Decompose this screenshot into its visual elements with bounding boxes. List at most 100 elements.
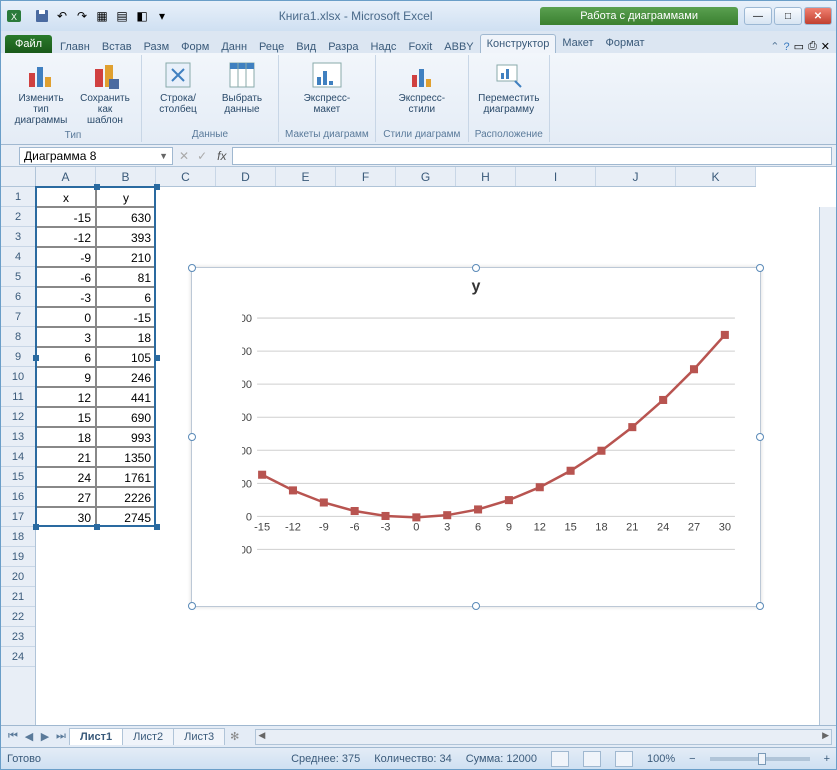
row-header-5[interactable]: 5: [1, 267, 35, 287]
cell-A8[interactable]: 3: [36, 327, 96, 347]
cell-B16[interactable]: 2226: [96, 487, 156, 507]
row-header-7[interactable]: 7: [1, 307, 35, 327]
cell-A11[interactable]: 12: [36, 387, 96, 407]
col-header-D[interactable]: D: [216, 167, 276, 186]
cell-B14[interactable]: 1350: [96, 447, 156, 467]
quick-layout-button[interactable]: Экспресс-макет: [287, 57, 367, 117]
cell-B5[interactable]: 81: [96, 267, 156, 287]
view-normal-button[interactable]: [551, 751, 569, 767]
cell-A16[interactable]: 27: [36, 487, 96, 507]
save-icon[interactable]: [33, 7, 51, 25]
chevron-down-icon[interactable]: ▼: [159, 151, 168, 161]
chart-title[interactable]: y: [192, 268, 760, 296]
save-as-template-button[interactable]: Сохранить как шаблон: [75, 57, 135, 128]
chart-plot-area[interactable]: -500050010001500200025003000-15-12-9-6-3…: [242, 308, 745, 570]
row-headers[interactable]: 123456789101112131415161718192021222324: [1, 187, 36, 725]
cell-B9[interactable]: 105: [96, 347, 156, 367]
zoom-in-icon[interactable]: +: [824, 753, 830, 765]
cell-B1[interactable]: y: [96, 187, 156, 207]
qat-dropdown-icon[interactable]: ▾: [153, 7, 171, 25]
sheet-nav-prev-icon[interactable]: ◀: [21, 730, 37, 743]
row-header-11[interactable]: 11: [1, 387, 35, 407]
cell-B8[interactable]: 18: [96, 327, 156, 347]
formula-bar[interactable]: [232, 147, 832, 165]
undo-icon[interactable]: ↶: [53, 7, 71, 25]
cell-A6[interactable]: -3: [36, 287, 96, 307]
cell-B12[interactable]: 690: [96, 407, 156, 427]
cell-A7[interactable]: 0: [36, 307, 96, 327]
cell-A9[interactable]: 6: [36, 347, 96, 367]
print-icon[interactable]: ⎙: [808, 40, 817, 53]
cell-A14[interactable]: 21: [36, 447, 96, 467]
row-header-21[interactable]: 21: [1, 587, 35, 607]
ribbon-minimize-icon[interactable]: ⌃: [770, 40, 779, 53]
change-chart-type-button[interactable]: Изменить тип диаграммы: [11, 57, 71, 128]
cell-B17[interactable]: 2745: [96, 507, 156, 527]
cell-B2[interactable]: 630: [96, 207, 156, 227]
cell-A2[interactable]: -15: [36, 207, 96, 227]
row-header-14[interactable]: 14: [1, 447, 35, 467]
file-tab[interactable]: Файл: [5, 35, 52, 53]
horizontal-scrollbar[interactable]: ◀ ▶: [255, 729, 832, 745]
move-chart-button[interactable]: Переместить диаграмму: [479, 57, 539, 117]
cell-A1[interactable]: x: [36, 187, 96, 207]
qat-icon-3[interactable]: ◧: [133, 7, 151, 25]
fx-icon[interactable]: fx: [211, 149, 232, 163]
sheet-nav-first-icon[interactable]: ⏮: [5, 730, 21, 743]
col-header-C[interactable]: C: [156, 167, 216, 186]
new-sheet-icon[interactable]: ✻: [224, 730, 245, 743]
cell-B6[interactable]: 6: [96, 287, 156, 307]
row-header-2[interactable]: 2: [1, 207, 35, 227]
close-button[interactable]: ✕: [804, 7, 832, 25]
view-page-break-button[interactable]: [615, 751, 633, 767]
switch-row-column-button[interactable]: Строка/столбец: [148, 57, 208, 117]
row-header-8[interactable]: 8: [1, 327, 35, 347]
column-headers[interactable]: ABCDEFGHIJK: [36, 167, 756, 187]
col-header-G[interactable]: G: [396, 167, 456, 186]
cell-B4[interactable]: 210: [96, 247, 156, 267]
row-header-20[interactable]: 20: [1, 567, 35, 587]
row-header-15[interactable]: 15: [1, 467, 35, 487]
cell-A12[interactable]: 15: [36, 407, 96, 427]
maximize-button[interactable]: □: [774, 7, 802, 25]
zoom-out-icon[interactable]: −: [689, 753, 695, 765]
cell-B11[interactable]: 441: [96, 387, 156, 407]
cell-B15[interactable]: 1761: [96, 467, 156, 487]
cell-B3[interactable]: 393: [96, 227, 156, 247]
col-header-I[interactable]: I: [516, 167, 596, 186]
cell-A15[interactable]: 24: [36, 467, 96, 487]
chart-tab-Конструктор[interactable]: Конструктор: [480, 34, 557, 53]
chart-object[interactable]: y -500050010001500200025003000-15-12-9-6…: [191, 267, 761, 607]
row-header-9[interactable]: 9: [1, 347, 35, 367]
minimize-button[interactable]: —: [744, 7, 772, 25]
cell-A4[interactable]: -9: [36, 247, 96, 267]
help-icon[interactable]: ?: [783, 41, 789, 53]
sheet-nav-next-icon[interactable]: ▶: [37, 730, 53, 743]
row-header-24[interactable]: 24: [1, 647, 35, 667]
select-data-button[interactable]: Выбрать данные: [212, 57, 272, 117]
row-header-19[interactable]: 19: [1, 547, 35, 567]
select-all-corner[interactable]: [1, 167, 36, 187]
sheet-nav-last-icon[interactable]: ⏭: [53, 730, 69, 743]
col-header-K[interactable]: K: [676, 167, 756, 186]
qat-icon-2[interactable]: ▤: [113, 7, 131, 25]
doc-close-icon[interactable]: ✕: [821, 40, 830, 53]
sheet-tab-active[interactable]: Лист1: [69, 728, 123, 745]
enter-icon[interactable]: ✓: [193, 149, 211, 163]
col-header-F[interactable]: F: [336, 167, 396, 186]
cell-B7[interactable]: -15: [96, 307, 156, 327]
cancel-icon[interactable]: ✕: [175, 149, 193, 163]
cell-A13[interactable]: 18: [36, 427, 96, 447]
view-page-layout-button[interactable]: [583, 751, 601, 767]
row-header-16[interactable]: 16: [1, 487, 35, 507]
vertical-scrollbar[interactable]: [819, 207, 836, 725]
zoom-slider[interactable]: [710, 757, 810, 761]
sheet-tab-3[interactable]: Лист3: [173, 728, 225, 745]
zoom-level[interactable]: 100%: [647, 753, 675, 765]
cell-A17[interactable]: 30: [36, 507, 96, 527]
row-header-3[interactable]: 3: [1, 227, 35, 247]
chart-tab-Макет[interactable]: Макет: [556, 34, 599, 53]
col-header-A[interactable]: A: [36, 167, 96, 186]
col-header-J[interactable]: J: [596, 167, 676, 186]
qat-icon-1[interactable]: ▦: [93, 7, 111, 25]
